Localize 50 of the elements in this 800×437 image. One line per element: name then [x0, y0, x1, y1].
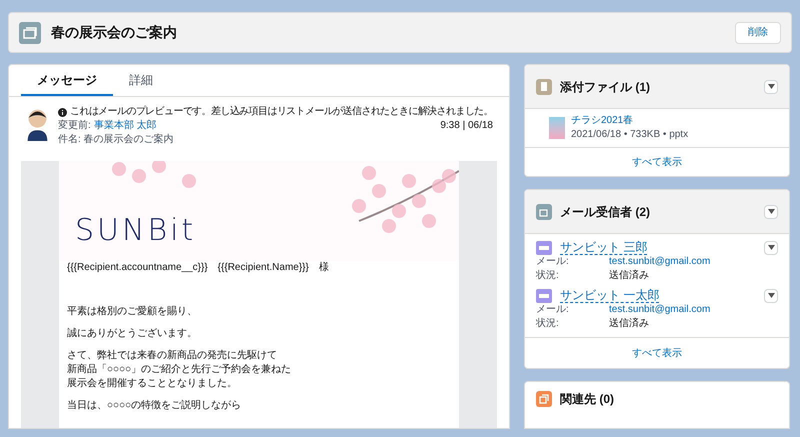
field-label: メール:	[536, 255, 570, 269]
tab[interactable]: メッセージ	[21, 65, 113, 96]
related-icon	[536, 391, 552, 407]
delete-button[interactable]: 削除	[735, 22, 781, 44]
dropdown-button[interactable]	[764, 80, 778, 94]
view-all-link[interactable]: すべて表示	[632, 346, 682, 360]
info-icon	[58, 108, 67, 116]
field-label: 状況:	[536, 269, 560, 283]
caret-icon	[768, 245, 774, 250]
sender-link[interactable]: 事業本部 太郎	[94, 119, 157, 133]
dropdown-button[interactable]	[764, 204, 778, 218]
recipient-link[interactable]: サンビット 三郎	[560, 240, 648, 255]
email-link[interactable]: test.sunbit@gmail.com	[609, 303, 710, 317]
card-title: 関連先 (0)	[560, 391, 614, 408]
email-subject: 件名: 春の展示会のご案内	[58, 133, 175, 147]
caret-icon	[768, 293, 774, 298]
contact-card-icon	[536, 288, 552, 302]
email-stack-icon	[536, 204, 552, 220]
preview-notice: これはメールのプレビューです。差し込み項目はリストメールが送信されたときに解決されました。	[70, 105, 493, 119]
email-text-line: 新商品「○○○○」のご紹介と先行ご予約会を兼ねた	[67, 363, 292, 377]
view-all-link[interactable]: すべて表示	[632, 154, 682, 170]
file-meta: 2021/06/18 • 733KB • pptx	[571, 128, 688, 142]
caret-icon	[768, 84, 774, 89]
brand-logo: SUNBit	[75, 216, 196, 246]
status-value: 送信済み	[609, 317, 649, 331]
file-thumbnail	[549, 117, 565, 139]
salutation-text: {{{Recipient.accountname__c}}} {{{Recipient.Name}}} 様	[67, 261, 330, 275]
document-icon	[536, 78, 552, 94]
email-link[interactable]: test.sunbit@gmail.com	[609, 255, 710, 269]
email-stack-icon	[19, 22, 41, 44]
card-title: 添付ファイル (1)	[560, 78, 650, 96]
email-text-line: 展示会を開催することとなりました。	[67, 377, 238, 391]
field-label: 状況:	[536, 317, 560, 331]
card-title: メール受信者 (2)	[560, 204, 650, 220]
caret-icon	[768, 209, 774, 214]
email-text-line: さて、弊社では来春の新商品の発売に先駆けて	[67, 349, 278, 363]
from-label: 変更前:	[58, 119, 91, 133]
email-text-line: 誠にありがとうございます。	[67, 327, 198, 341]
dropdown-button[interactable]	[764, 240, 778, 254]
field-label: メール:	[536, 303, 570, 317]
dropdown-button[interactable]	[764, 288, 778, 302]
email-text-line: 平素は格別のご愛顧を賜り、	[67, 305, 198, 319]
tab[interactable]: 詳細	[113, 65, 169, 96]
page-title: 春の展示会のご案内	[51, 23, 177, 42]
recipient-link[interactable]: サンビット 一太郎	[560, 288, 660, 303]
status-value: 送信済み	[609, 269, 649, 283]
email-text-line: 当日は、○○○○の特徴をご説明しながら	[67, 399, 242, 413]
file-link[interactable]: チラシ2021春	[571, 114, 688, 128]
sent-time: 9:38 | 06/18	[440, 119, 493, 133]
contact-card-icon	[536, 240, 552, 254]
